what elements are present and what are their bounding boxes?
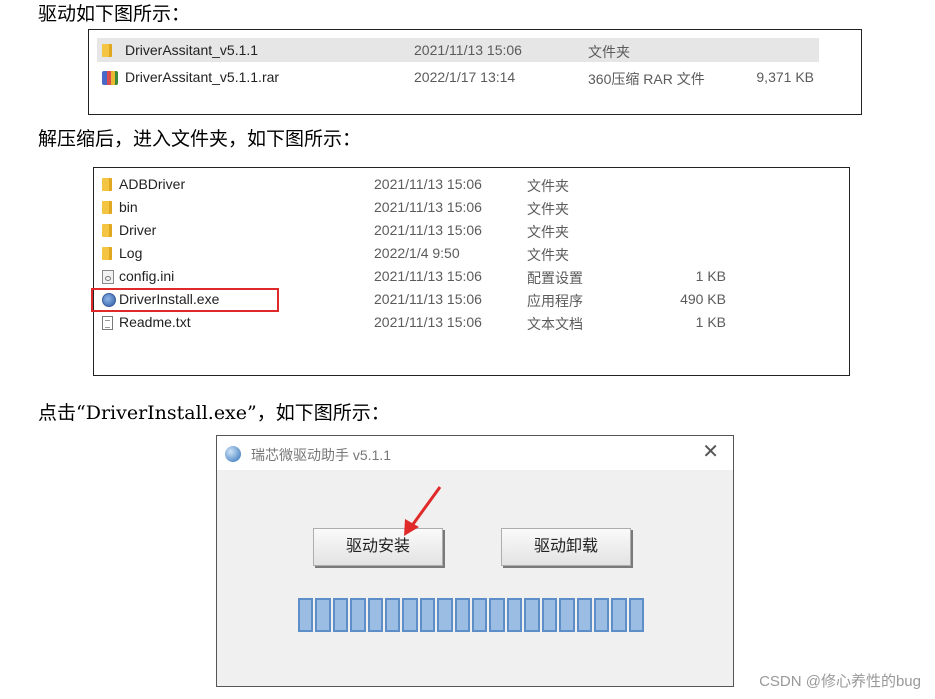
arrow-shaft xyxy=(409,486,442,528)
watermark: CSDN @修心养性的bug xyxy=(759,673,921,690)
annotation-arrow xyxy=(404,486,442,536)
